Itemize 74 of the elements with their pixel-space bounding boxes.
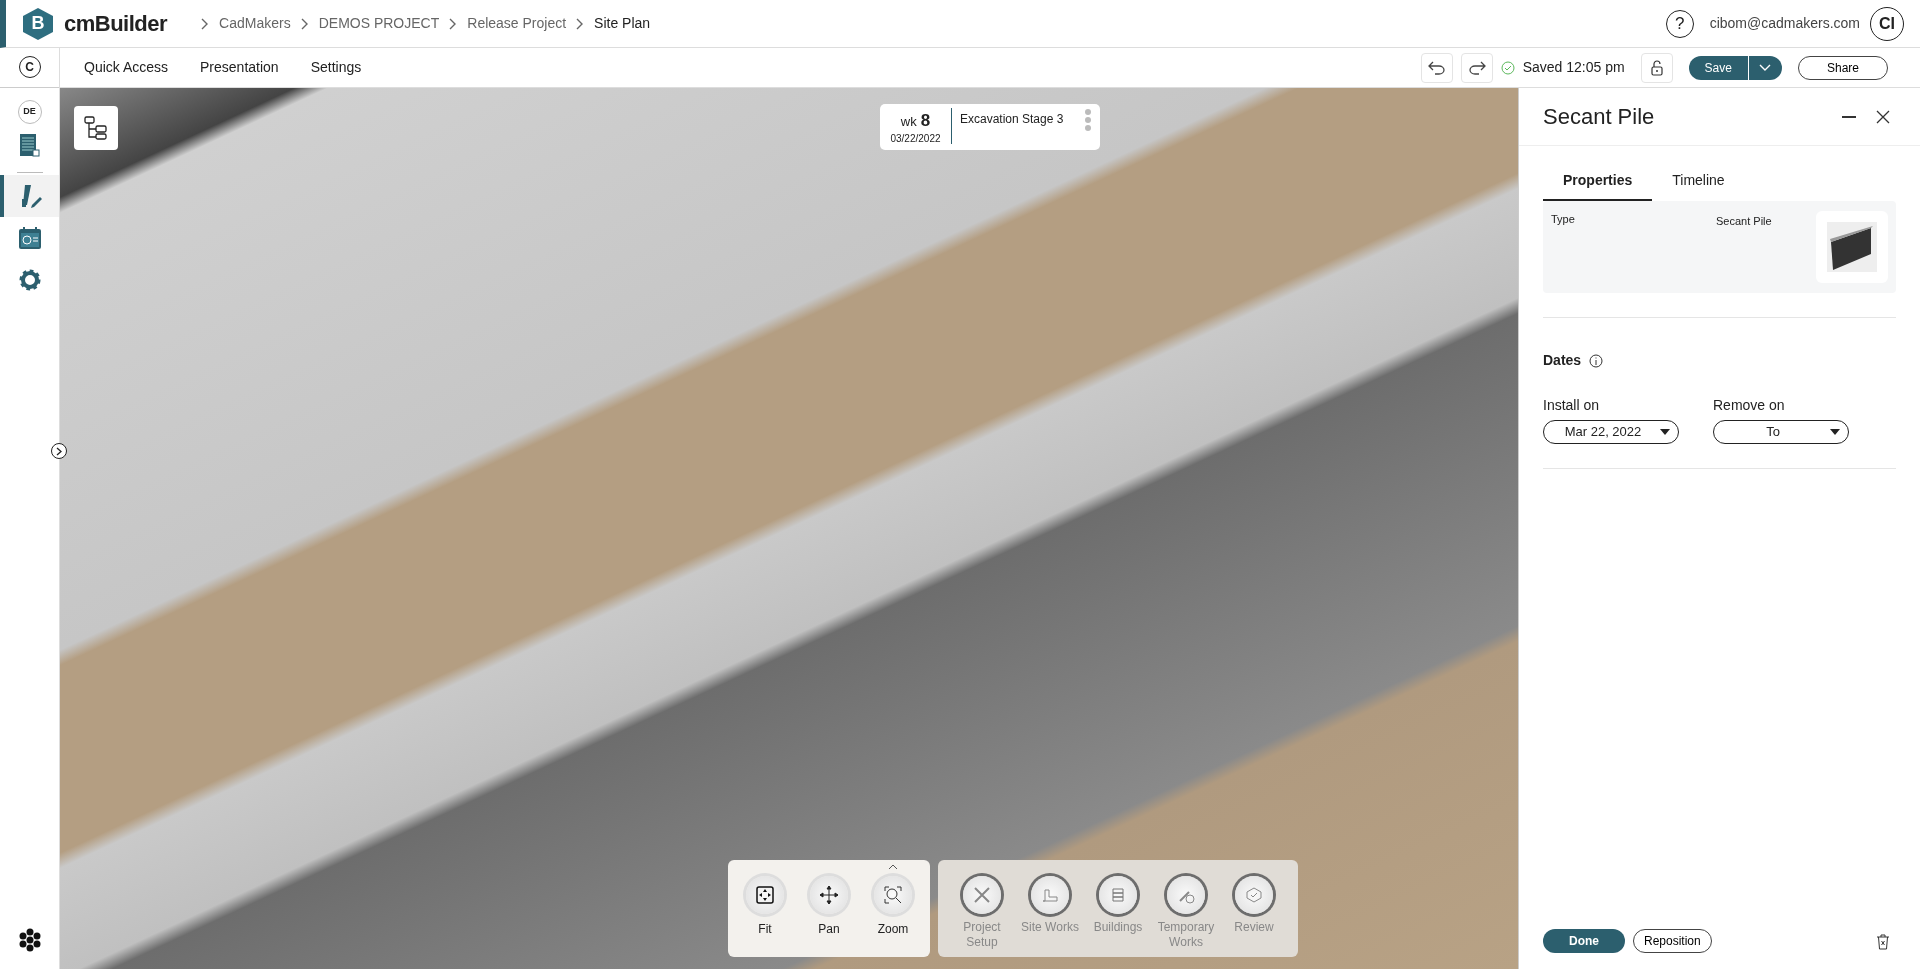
share-button[interactable]: Share [1797, 55, 1888, 80]
menu-tab[interactable]: Quick Access [68, 57, 185, 78]
panel-tab[interactable]: Timeline [1652, 162, 1745, 201]
caret-down-icon [1830, 429, 1840, 435]
reposition-button[interactable]: Reposition [1633, 929, 1712, 953]
view-tool-button[interactable]: Pan [804, 876, 854, 949]
unlocked-padlock-icon [1650, 59, 1663, 76]
trash-icon [1876, 933, 1890, 950]
sidebar-item[interactable] [0, 175, 59, 217]
tree-view-button[interactable] [74, 106, 118, 150]
stage-date: 03/22/2022 [890, 131, 941, 146]
pile-wall-drawing [1827, 222, 1877, 272]
date-dropdown[interactable]: To [1713, 420, 1849, 444]
breadcrumb-link[interactable]: DEMOS PROJECT [318, 13, 440, 34]
view-tool-button[interactable]: Zoom [868, 876, 918, 949]
3d-model-view[interactable]: wk 8 03/22/2022 Excavation Stage 3 Fit Pan Zoom Project Setup Site Works Buildings Temporary Works Review [60, 88, 1518, 969]
minimize-icon [1842, 116, 1856, 119]
workflow-step-label: Temporary Works [1156, 920, 1216, 949]
hierarchy-icon [83, 115, 109, 141]
fit-view-icon [755, 885, 775, 906]
breadcrumb-link[interactable]: Site Plan [594, 13, 651, 34]
info-icon[interactable] [1589, 353, 1604, 368]
field-label: Install on [1543, 396, 1601, 415]
caret-icon [1759, 63, 1772, 72]
move-arrows-icon [819, 885, 839, 906]
redo-icon [1467, 60, 1486, 75]
section-title: Dates [1543, 351, 1582, 370]
redo-button[interactable] [1460, 52, 1493, 83]
panel-title: Secant Pile [1543, 103, 1655, 131]
caret-down-icon [1660, 429, 1670, 435]
logo-letter: B [31, 12, 45, 35]
chevron-right-icon [449, 17, 458, 30]
chevron-right-icon [576, 17, 585, 30]
caret-up-icon[interactable] [888, 864, 898, 871]
week-label: wk [900, 113, 917, 131]
breadcrumb-link[interactable]: Release Project [467, 13, 567, 34]
property-value: Secant Pile [1716, 214, 1773, 229]
chevron-right-icon [300, 17, 309, 30]
date-dropdown[interactable]: Mar 22, 2022 [1543, 420, 1679, 444]
chevron-right-icon [56, 446, 62, 456]
workflow-step-button[interactable] [1235, 876, 1273, 915]
check-circle-icon [1500, 60, 1515, 75]
close-icon [1876, 110, 1890, 125]
unlock-button[interactable] [1640, 52, 1673, 83]
save-options-button[interactable] [1747, 55, 1782, 80]
breadcrumb-link[interactable]: CadMakers [219, 13, 291, 34]
menu-tab[interactable]: Presentation [184, 57, 295, 78]
save-status: Saved 12:05 pm [1522, 58, 1625, 77]
chevron-right-icon [201, 17, 210, 30]
undo-button[interactable] [1420, 52, 1453, 83]
stage-name: Excavation Stage 3 [960, 111, 1064, 128]
workflow-step-button[interactable] [963, 876, 1001, 915]
property-label: Type [1551, 212, 1576, 227]
workflow-step-button[interactable] [1099, 876, 1137, 915]
zoom-icon [883, 885, 903, 906]
calendar-chart-icon [16, 225, 43, 251]
expand-sidebar-button[interactable] [51, 443, 67, 459]
save-button[interactable]: Save [1688, 55, 1748, 80]
workflow-step-button[interactable] [1031, 876, 1069, 915]
workflow-step-label: Project Setup [962, 920, 1002, 949]
menu-tab[interactable]: Settings [294, 57, 378, 78]
undo-icon [1427, 60, 1446, 75]
workflow-step-label: Buildings [1092, 920, 1144, 935]
done-button[interactable]: Done [1543, 929, 1625, 953]
vertical-dots-icon [1084, 108, 1092, 132]
field-label: Remove on [1713, 396, 1786, 415]
workflow-step-button[interactable] [1167, 876, 1205, 915]
app-name: cmBuilder [64, 10, 168, 38]
workflow-step-label: Site Works [1020, 920, 1080, 935]
week-number: 8 [920, 110, 931, 132]
user-email: cibom@cadmakers.com [1709, 14, 1860, 33]
view-tool-button[interactable]: Fit [740, 876, 790, 949]
logo-hexagon-icon [22, 6, 54, 41]
workflow-step-label: Review [1233, 920, 1275, 935]
